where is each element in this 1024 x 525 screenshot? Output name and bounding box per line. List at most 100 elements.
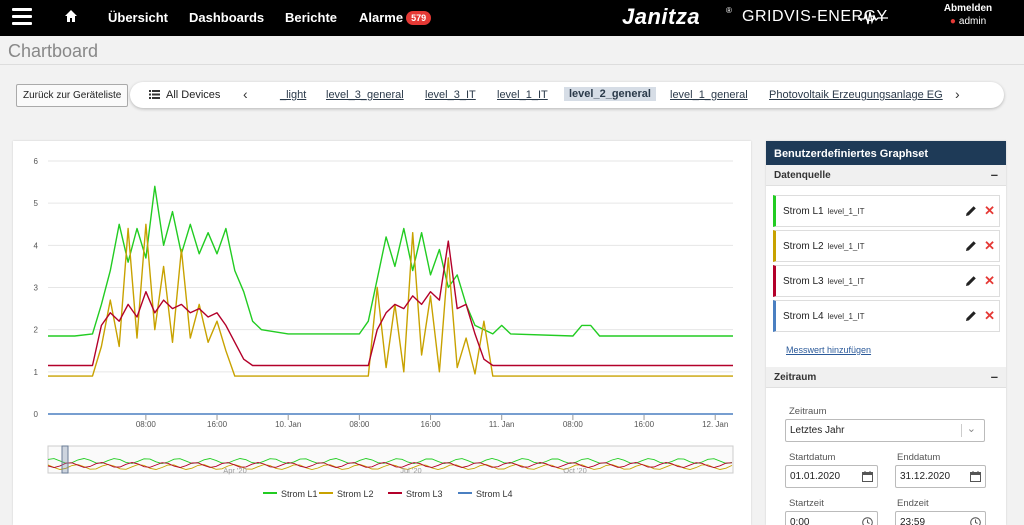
nav-reports[interactable]: Berichte bbox=[285, 10, 337, 25]
datasource-device: level_1_IT bbox=[827, 312, 865, 321]
datasource-section-header[interactable]: Datenquelle – bbox=[766, 165, 1006, 186]
legend-label-l2[interactable]: Strom L2 bbox=[337, 489, 374, 499]
legend-swatch-l1 bbox=[263, 492, 277, 494]
datasource-section-label: Datenquelle bbox=[774, 170, 831, 181]
chevron-down-icon[interactable]: ⌄ bbox=[967, 422, 976, 435]
line-chart[interactable]: 0 1 2 3 4 5 6 08:00 16:00 10. Jan 08:00 16:00 11. Ja… bbox=[13, 141, 751, 525]
brand-logo: Janitza bbox=[622, 4, 701, 29]
y-tick-label: 1 bbox=[34, 368, 39, 377]
legend-item-l2[interactable]: Strom L2 bbox=[319, 489, 374, 499]
start-date-label: Startdatum bbox=[789, 452, 836, 463]
panel-title: Benutzerdefiniertes Graphset bbox=[766, 141, 1006, 165]
nav-dashboards[interactable]: Dashboards bbox=[189, 10, 264, 25]
device-tab-level-3-general[interactable]: level_3_general bbox=[326, 89, 404, 101]
device-selector-bar: All Devices ‹ _light level_3_general lev… bbox=[130, 82, 1004, 108]
nav-overview[interactable]: Übersicht bbox=[108, 10, 168, 25]
logout-link[interactable]: Abmelden bbox=[938, 3, 998, 14]
alarm-count-badge: 579 bbox=[406, 11, 432, 25]
y-tick-label: 3 bbox=[34, 284, 39, 293]
datasource-label: Strom L4 bbox=[783, 311, 824, 322]
x-tick-label: 08:00 bbox=[349, 420, 370, 429]
end-time-label: Endzeit bbox=[897, 498, 929, 509]
legend-label-l1[interactable]: Strom L1 bbox=[281, 489, 318, 499]
y-tick-label: 5 bbox=[34, 199, 39, 208]
end-time-value: 23:59 bbox=[900, 517, 926, 525]
start-time-value: 0:00 bbox=[790, 517, 810, 525]
zeitraum-value: Letztes Jahr bbox=[790, 425, 845, 436]
chevron-left-icon[interactable]: ‹ bbox=[243, 86, 248, 102]
legend-item-l3[interactable]: Strom L3 bbox=[388, 489, 443, 499]
delete-x-icon[interactable]: ✕ bbox=[984, 238, 995, 254]
list-icon bbox=[149, 90, 160, 99]
delete-x-icon[interactable]: ✕ bbox=[984, 308, 995, 324]
collapse-minus-icon[interactable]: – bbox=[991, 369, 998, 384]
legend-item-l1[interactable]: Strom L1 bbox=[263, 489, 318, 499]
end-date-value: 31.12.2020 bbox=[900, 471, 951, 482]
datasource-row: Strom L2 level_1_IT ✕ bbox=[773, 230, 1000, 262]
zeitraum-select[interactable]: Letztes Jahr ⌄ bbox=[785, 419, 985, 442]
y-tick-label: 6 bbox=[34, 157, 39, 166]
nav-alarms-label[interactable]: Alarme bbox=[359, 10, 403, 25]
timerange-section-header[interactable]: Zeitraum – bbox=[766, 367, 1006, 388]
add-measurement-link[interactable]: Messwert hinzufügen bbox=[786, 345, 871, 355]
delete-x-icon[interactable]: ✕ bbox=[984, 273, 995, 289]
navigator-selection-handle bbox=[61, 445, 69, 474]
device-tab-level-1-general[interactable]: level_1_general bbox=[670, 89, 748, 101]
x-tick-label: 16:00 bbox=[634, 420, 655, 429]
series-line-2 bbox=[48, 223, 733, 377]
device-tab-level-3-it[interactable]: level_3_IT bbox=[425, 89, 476, 101]
datasource-label: Strom L1 bbox=[783, 206, 824, 217]
end-time-input[interactable]: 23:59 bbox=[895, 511, 986, 525]
start-date-input[interactable]: 01.01.2020 bbox=[785, 465, 878, 488]
timerange-section-label: Zeitraum bbox=[774, 372, 817, 383]
back-to-device-list-button[interactable]: Zurück zur Geräteliste bbox=[16, 84, 129, 107]
device-tab-level-2-general[interactable]: level_2_general bbox=[564, 87, 656, 101]
navigator-label: Jul '20 bbox=[400, 466, 421, 475]
navigator-label: Apr '20 bbox=[223, 466, 247, 475]
device-tab-photovoltaik[interactable]: Photovoltaik Erzeugungsanlage EG bbox=[769, 89, 943, 101]
clock-icon[interactable] bbox=[862, 517, 873, 525]
legend-item-l4[interactable]: Strom L4 bbox=[458, 489, 513, 499]
chevron-right-icon[interactable]: › bbox=[955, 86, 960, 102]
edit-pencil-icon[interactable] bbox=[965, 309, 977, 327]
user-label: ● admin bbox=[938, 16, 998, 27]
username: admin bbox=[958, 16, 987, 27]
user-icon: ● bbox=[949, 16, 956, 27]
collapse-minus-icon[interactable]: – bbox=[991, 167, 998, 182]
end-date-input[interactable]: 31.12.2020 bbox=[895, 465, 986, 488]
legend-swatch-l2 bbox=[319, 492, 333, 494]
navigator-label: Oct '20 bbox=[563, 466, 587, 475]
y-tick-label: 2 bbox=[34, 326, 39, 335]
x-tick-label: 16:00 bbox=[421, 420, 442, 429]
legend-swatch-l3 bbox=[388, 492, 402, 494]
all-devices-label[interactable]: All Devices bbox=[166, 89, 220, 101]
chart-card: 0 1 2 3 4 5 6 08:00 16:00 10. Jan 08:00 16:00 11. Ja… bbox=[13, 141, 751, 525]
delete-x-icon[interactable]: ✕ bbox=[984, 203, 995, 219]
legend-label-l4[interactable]: Strom L4 bbox=[476, 489, 513, 499]
nav-alarms[interactable]: Alarme 579 bbox=[359, 10, 432, 25]
select-divider bbox=[961, 424, 962, 437]
start-date-value: 01.01.2020 bbox=[790, 471, 841, 482]
datasource-label: Strom L2 bbox=[783, 241, 824, 252]
datasource-name: Strom L3 level_1_IT bbox=[783, 276, 865, 287]
y-tick-label: 4 bbox=[34, 241, 39, 250]
datasource-row: Strom L4 level_1_IT ✕ bbox=[773, 300, 1000, 332]
hamburger-icon[interactable] bbox=[12, 8, 32, 26]
user-menu[interactable]: Abmelden ● admin bbox=[938, 3, 998, 27]
calendar-icon[interactable] bbox=[862, 471, 873, 485]
start-time-input[interactable]: 0:00 bbox=[785, 511, 878, 525]
edit-pencil-icon[interactable] bbox=[965, 204, 977, 222]
edit-pencil-icon[interactable] bbox=[965, 239, 977, 257]
page-title: Chartboard bbox=[8, 41, 99, 61]
clock-icon[interactable] bbox=[970, 517, 981, 525]
pulse-wave-icon bbox=[858, 10, 888, 31]
device-tab-level-1-it[interactable]: level_1_IT bbox=[497, 89, 548, 101]
edit-pencil-icon[interactable] bbox=[965, 274, 977, 292]
x-tick-label: 12. Jan bbox=[702, 420, 728, 429]
title-divider bbox=[0, 64, 1024, 65]
calendar-icon[interactable] bbox=[970, 471, 981, 485]
all-devices-button[interactable]: All Devices bbox=[149, 89, 220, 101]
legend-label-l3[interactable]: Strom L3 bbox=[406, 489, 443, 499]
device-tab-light[interactable]: _light bbox=[280, 89, 306, 101]
home-icon[interactable] bbox=[64, 9, 78, 28]
